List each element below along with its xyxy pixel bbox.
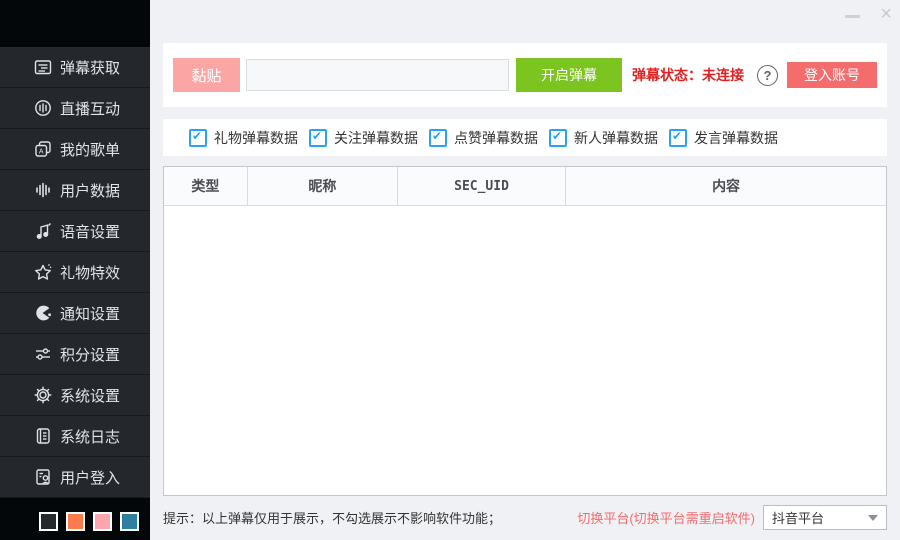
sidebar-item-label: 系统设置 (60, 385, 120, 406)
theme-swatch-dark[interactable] (39, 512, 58, 531)
filter-label: 新人弹幕数据 (574, 128, 658, 148)
sidebar-item-label: 我的歌单 (60, 139, 120, 160)
chevron-down-icon (868, 515, 878, 521)
filter-chat-danmaku[interactable]: 发言弹幕数据 (669, 128, 776, 148)
titlebar: × (150, 0, 900, 36)
filter-label: 发言弹幕数据 (694, 128, 778, 148)
column-header-sec-uid[interactable]: SEC_UID (398, 167, 566, 205)
sidebar-footer (0, 498, 150, 540)
sidebar-item-system-settings[interactable]: 系统设置 (0, 375, 150, 416)
sidebar-item-live-interaction[interactable]: 直播互动 (0, 88, 150, 129)
sidebar-item-label: 用户数据 (60, 180, 120, 201)
status-value: 未连接 (702, 67, 744, 83)
playlist-icon: A (33, 139, 53, 159)
sidebar-item-notification-settings[interactable]: 通知设置 (0, 293, 150, 334)
sidebar-item-label: 直播互动 (60, 98, 120, 119)
sidebar-item-label: 弹幕获取 (60, 57, 120, 78)
danmaku-status: 弹幕状态：未连接 (632, 65, 744, 85)
sidebar-item-label: 系统日志 (60, 426, 120, 447)
sidebar-item-label: 积分设置 (60, 344, 120, 365)
danmaku-toolbar: 黏贴 开启弹幕 弹幕状态：未连接 ? 登入账号 (163, 43, 887, 107)
platform-select[interactable]: 抖音平台 (763, 505, 887, 530)
notification-icon (33, 303, 53, 323)
sidebar-item-user-login[interactable]: 用户登入 (0, 457, 150, 498)
danmaku-list-icon (33, 57, 53, 77)
sidebar-item-voice-settings[interactable]: 语音设置 (0, 211, 150, 252)
live-interaction-icon (33, 98, 53, 118)
checkbox-checked-icon[interactable] (429, 129, 447, 147)
footer-bar: 提示：以上弹幕仅用于展示，不勾选展示不影响软件功能； 切换平台(切换平台需重启软… (163, 505, 887, 530)
table-body-empty[interactable] (164, 206, 886, 495)
sidebar-item-label: 通知设置 (60, 303, 120, 324)
points-sliders-icon (33, 344, 53, 364)
footer-tip-text: 提示：以上弹幕仅用于展示，不勾选展示不影响软件功能； (163, 508, 501, 527)
sidebar-item-danmaku-fetch[interactable]: 弹幕获取 (0, 47, 150, 88)
filter-label: 关注弹幕数据 (334, 128, 418, 148)
sidebar-item-user-data[interactable]: 用户数据 (0, 170, 150, 211)
checkbox-checked-icon[interactable] (309, 129, 327, 147)
platform-select-value: 抖音平台 (772, 508, 824, 527)
danmaku-table: 类型 昵称 SEC_UID 内容 (163, 166, 887, 496)
user-data-bars-icon (33, 180, 53, 200)
theme-swatch-teal[interactable] (120, 512, 139, 531)
theme-color-swatches (39, 512, 139, 531)
sidebar-header (0, 0, 150, 47)
filter-follow-danmaku[interactable]: 关注弹幕数据 (309, 128, 416, 148)
sidebar-item-label: 用户登入 (60, 467, 120, 488)
checkbox-checked-icon[interactable] (669, 129, 687, 147)
sidebar-item-gift-effects[interactable]: 礼物特效 (0, 252, 150, 293)
checkbox-checked-icon[interactable] (549, 129, 567, 147)
danmaku-filters: 礼物弹幕数据 关注弹幕数据 点赞弹幕数据 新人弹幕数据 发言弹幕数据 (163, 119, 887, 156)
minimize-button[interactable] (845, 15, 860, 18)
sidebar-item-points-settings[interactable]: 积分设置 (0, 334, 150, 375)
column-header-content[interactable]: 内容 (566, 167, 886, 205)
svg-text:A: A (39, 149, 44, 156)
paste-button[interactable]: 黏贴 (173, 58, 240, 92)
column-header-type[interactable]: 类型 (164, 167, 248, 205)
theme-swatch-orange[interactable] (66, 512, 85, 531)
column-header-nickname[interactable]: 昵称 (248, 167, 398, 205)
sidebar: 弹幕获取 直播互动 A 我的歌单 (0, 0, 150, 540)
table-header-row: 类型 昵称 SEC_UID 内容 (164, 167, 886, 206)
switch-platform-link[interactable]: 切换平台(切换平台需重启软件) (577, 508, 755, 527)
main-area: × 黏贴 开启弹幕 弹幕状态：未连接 ? 登入账号 礼物弹幕数据 关注弹幕数据 … (150, 0, 900, 540)
sidebar-item-my-playlist[interactable]: A 我的歌单 (0, 129, 150, 170)
app-window: 弹幕获取 直播互动 A 我的歌单 (0, 0, 900, 540)
gear-icon (33, 385, 53, 405)
status-label: 弹幕状态： (632, 67, 702, 83)
help-icon[interactable]: ? (757, 65, 778, 86)
start-danmaku-button[interactable]: 开启弹幕 (516, 58, 622, 92)
filter-newcomer-danmaku[interactable]: 新人弹幕数据 (549, 128, 656, 148)
user-login-icon (33, 467, 53, 487)
filter-like-danmaku[interactable]: 点赞弹幕数据 (429, 128, 536, 148)
filter-label: 礼物弹幕数据 (214, 128, 298, 148)
close-button[interactable]: × (880, 4, 892, 24)
filter-label: 点赞弹幕数据 (454, 128, 538, 148)
theme-swatch-pink[interactable] (93, 512, 112, 531)
checkbox-checked-icon[interactable] (189, 129, 207, 147)
login-account-button[interactable]: 登入账号 (787, 62, 877, 88)
log-book-icon (33, 426, 53, 446)
sidebar-item-label: 礼物特效 (60, 262, 120, 283)
gift-star-icon (33, 262, 53, 282)
filter-gift-danmaku[interactable]: 礼物弹幕数据 (189, 128, 296, 148)
sidebar-item-system-logs[interactable]: 系统日志 (0, 416, 150, 457)
voice-note-icon (33, 221, 53, 241)
room-url-input[interactable] (246, 59, 509, 91)
sidebar-item-label: 语音设置 (60, 221, 120, 242)
